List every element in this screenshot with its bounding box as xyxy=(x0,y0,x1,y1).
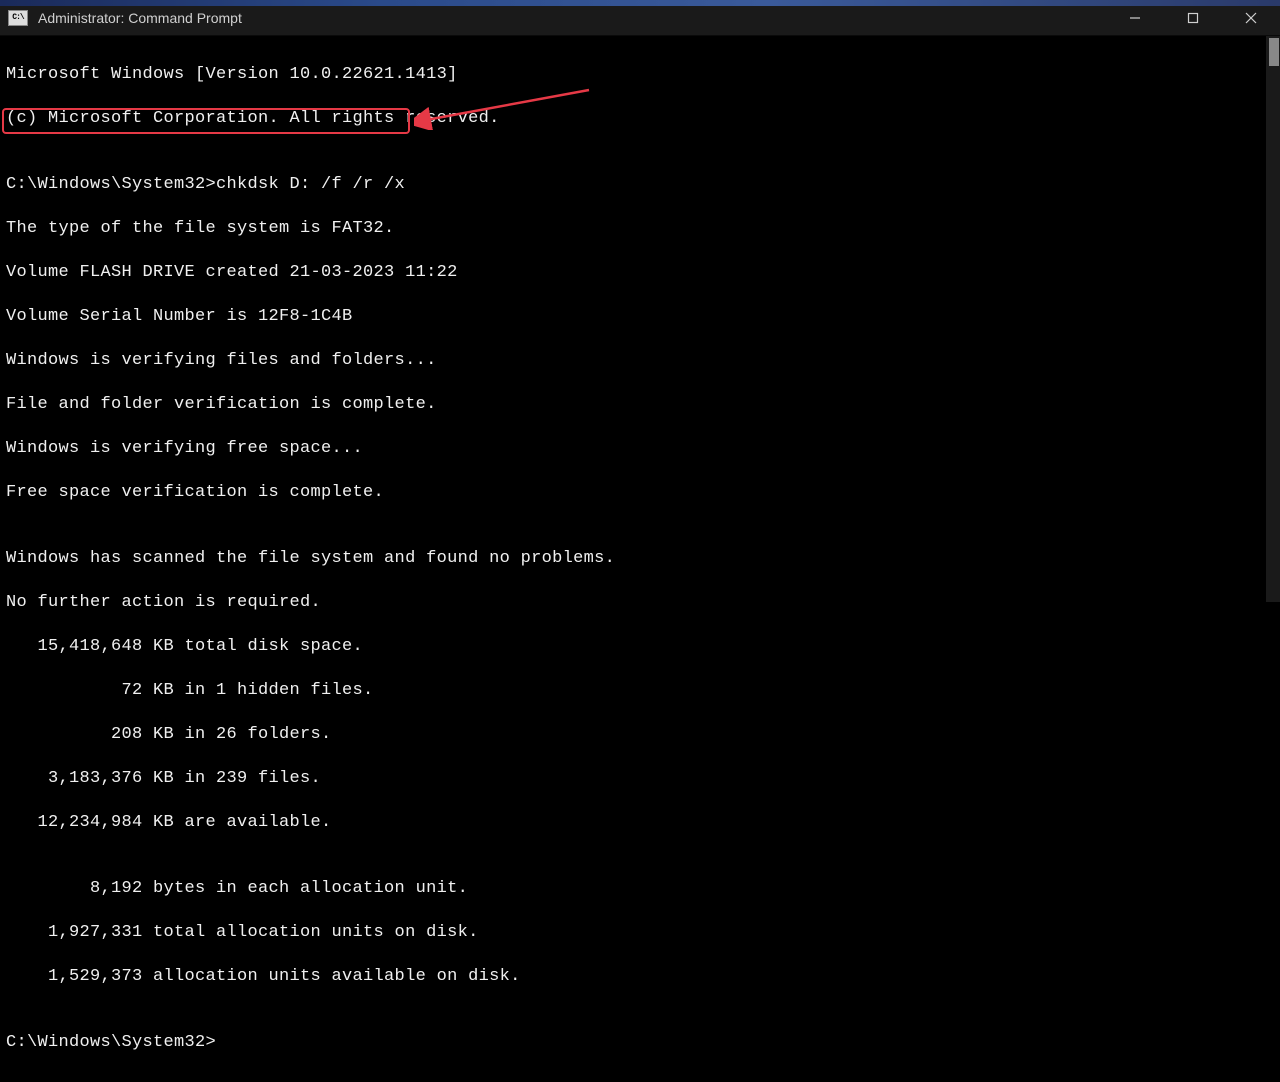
terminal-line: Windows is verifying files and folders..… xyxy=(6,350,1274,372)
terminal-line: Free space verification is complete. xyxy=(6,482,1274,504)
terminal-line: 1,927,331 total allocation units on disk… xyxy=(6,922,1274,944)
terminal-line: 1,529,373 allocation units available on … xyxy=(6,966,1274,988)
terminal-line: 8,192 bytes in each allocation unit. xyxy=(6,878,1274,900)
window-top-edge xyxy=(0,0,1280,6)
terminal-line: (c) Microsoft Corporation. All rights re… xyxy=(6,108,1274,130)
terminal-line: The type of the file system is FAT32. xyxy=(6,218,1274,240)
terminal-line: Microsoft Windows [Version 10.0.22621.14… xyxy=(6,64,1274,86)
terminal-output[interactable]: Microsoft Windows [Version 10.0.22621.14… xyxy=(0,36,1280,1082)
terminal-line: C:\Windows\System32> xyxy=(6,1032,1274,1054)
terminal-line: 3,183,376 KB in 239 files. xyxy=(6,768,1274,790)
terminal-line: 208 KB in 26 folders. xyxy=(6,724,1274,746)
terminal-line: Volume FLASH DRIVE created 21-03-2023 11… xyxy=(6,262,1274,284)
cmd-icon: C:\ xyxy=(8,10,28,26)
scrollbar-track[interactable] xyxy=(1266,36,1280,602)
terminal-line: C:\Windows\System32>chkdsk D: /f /r /x xyxy=(6,174,1274,196)
window-title: Administrator: Command Prompt xyxy=(38,10,1106,26)
terminal-line: 12,234,984 KB are available. xyxy=(6,812,1274,834)
terminal-line: Volume Serial Number is 12F8-1C4B xyxy=(6,306,1274,328)
terminal-line: File and folder verification is complete… xyxy=(6,394,1274,416)
terminal-line: 15,418,648 KB total disk space. xyxy=(6,636,1274,658)
terminal-line: 72 KB in 1 hidden files. xyxy=(6,680,1274,702)
terminal-line: No further action is required. xyxy=(6,592,1274,614)
terminal-line: Windows has scanned the file system and … xyxy=(6,548,1274,570)
terminal-line: Windows is verifying free space... xyxy=(6,438,1274,460)
scrollbar-thumb[interactable] xyxy=(1269,38,1279,66)
